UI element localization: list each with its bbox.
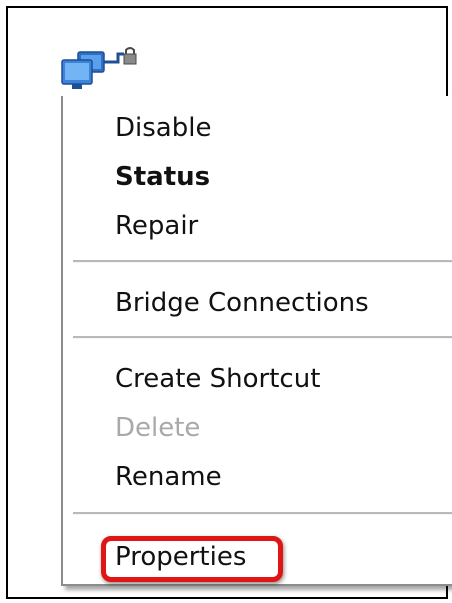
network-connection-icon[interactable] [58,46,154,96]
menu-item-rename[interactable]: Rename [115,457,222,497]
menu-item-delete: Delete [115,413,201,443]
menu-item-repair[interactable]: Repair [115,206,198,246]
menu-separator [73,336,452,339]
menu-separator [73,512,452,515]
menu-separator [73,260,452,263]
menu-item-disable[interactable]: Disable [115,108,211,148]
screenshot-frame: Disable Status Repair Bridge Connections… [6,6,452,599]
properties-highlight-ring [101,536,283,582]
menu-item-bridge-connections[interactable]: Bridge Connections [115,283,369,323]
menu-item-create-shortcut[interactable]: Create Shortcut [115,359,320,399]
menu-item-status[interactable]: Status [115,157,210,197]
context-menu: Disable Status Repair Bridge Connections… [61,96,452,586]
